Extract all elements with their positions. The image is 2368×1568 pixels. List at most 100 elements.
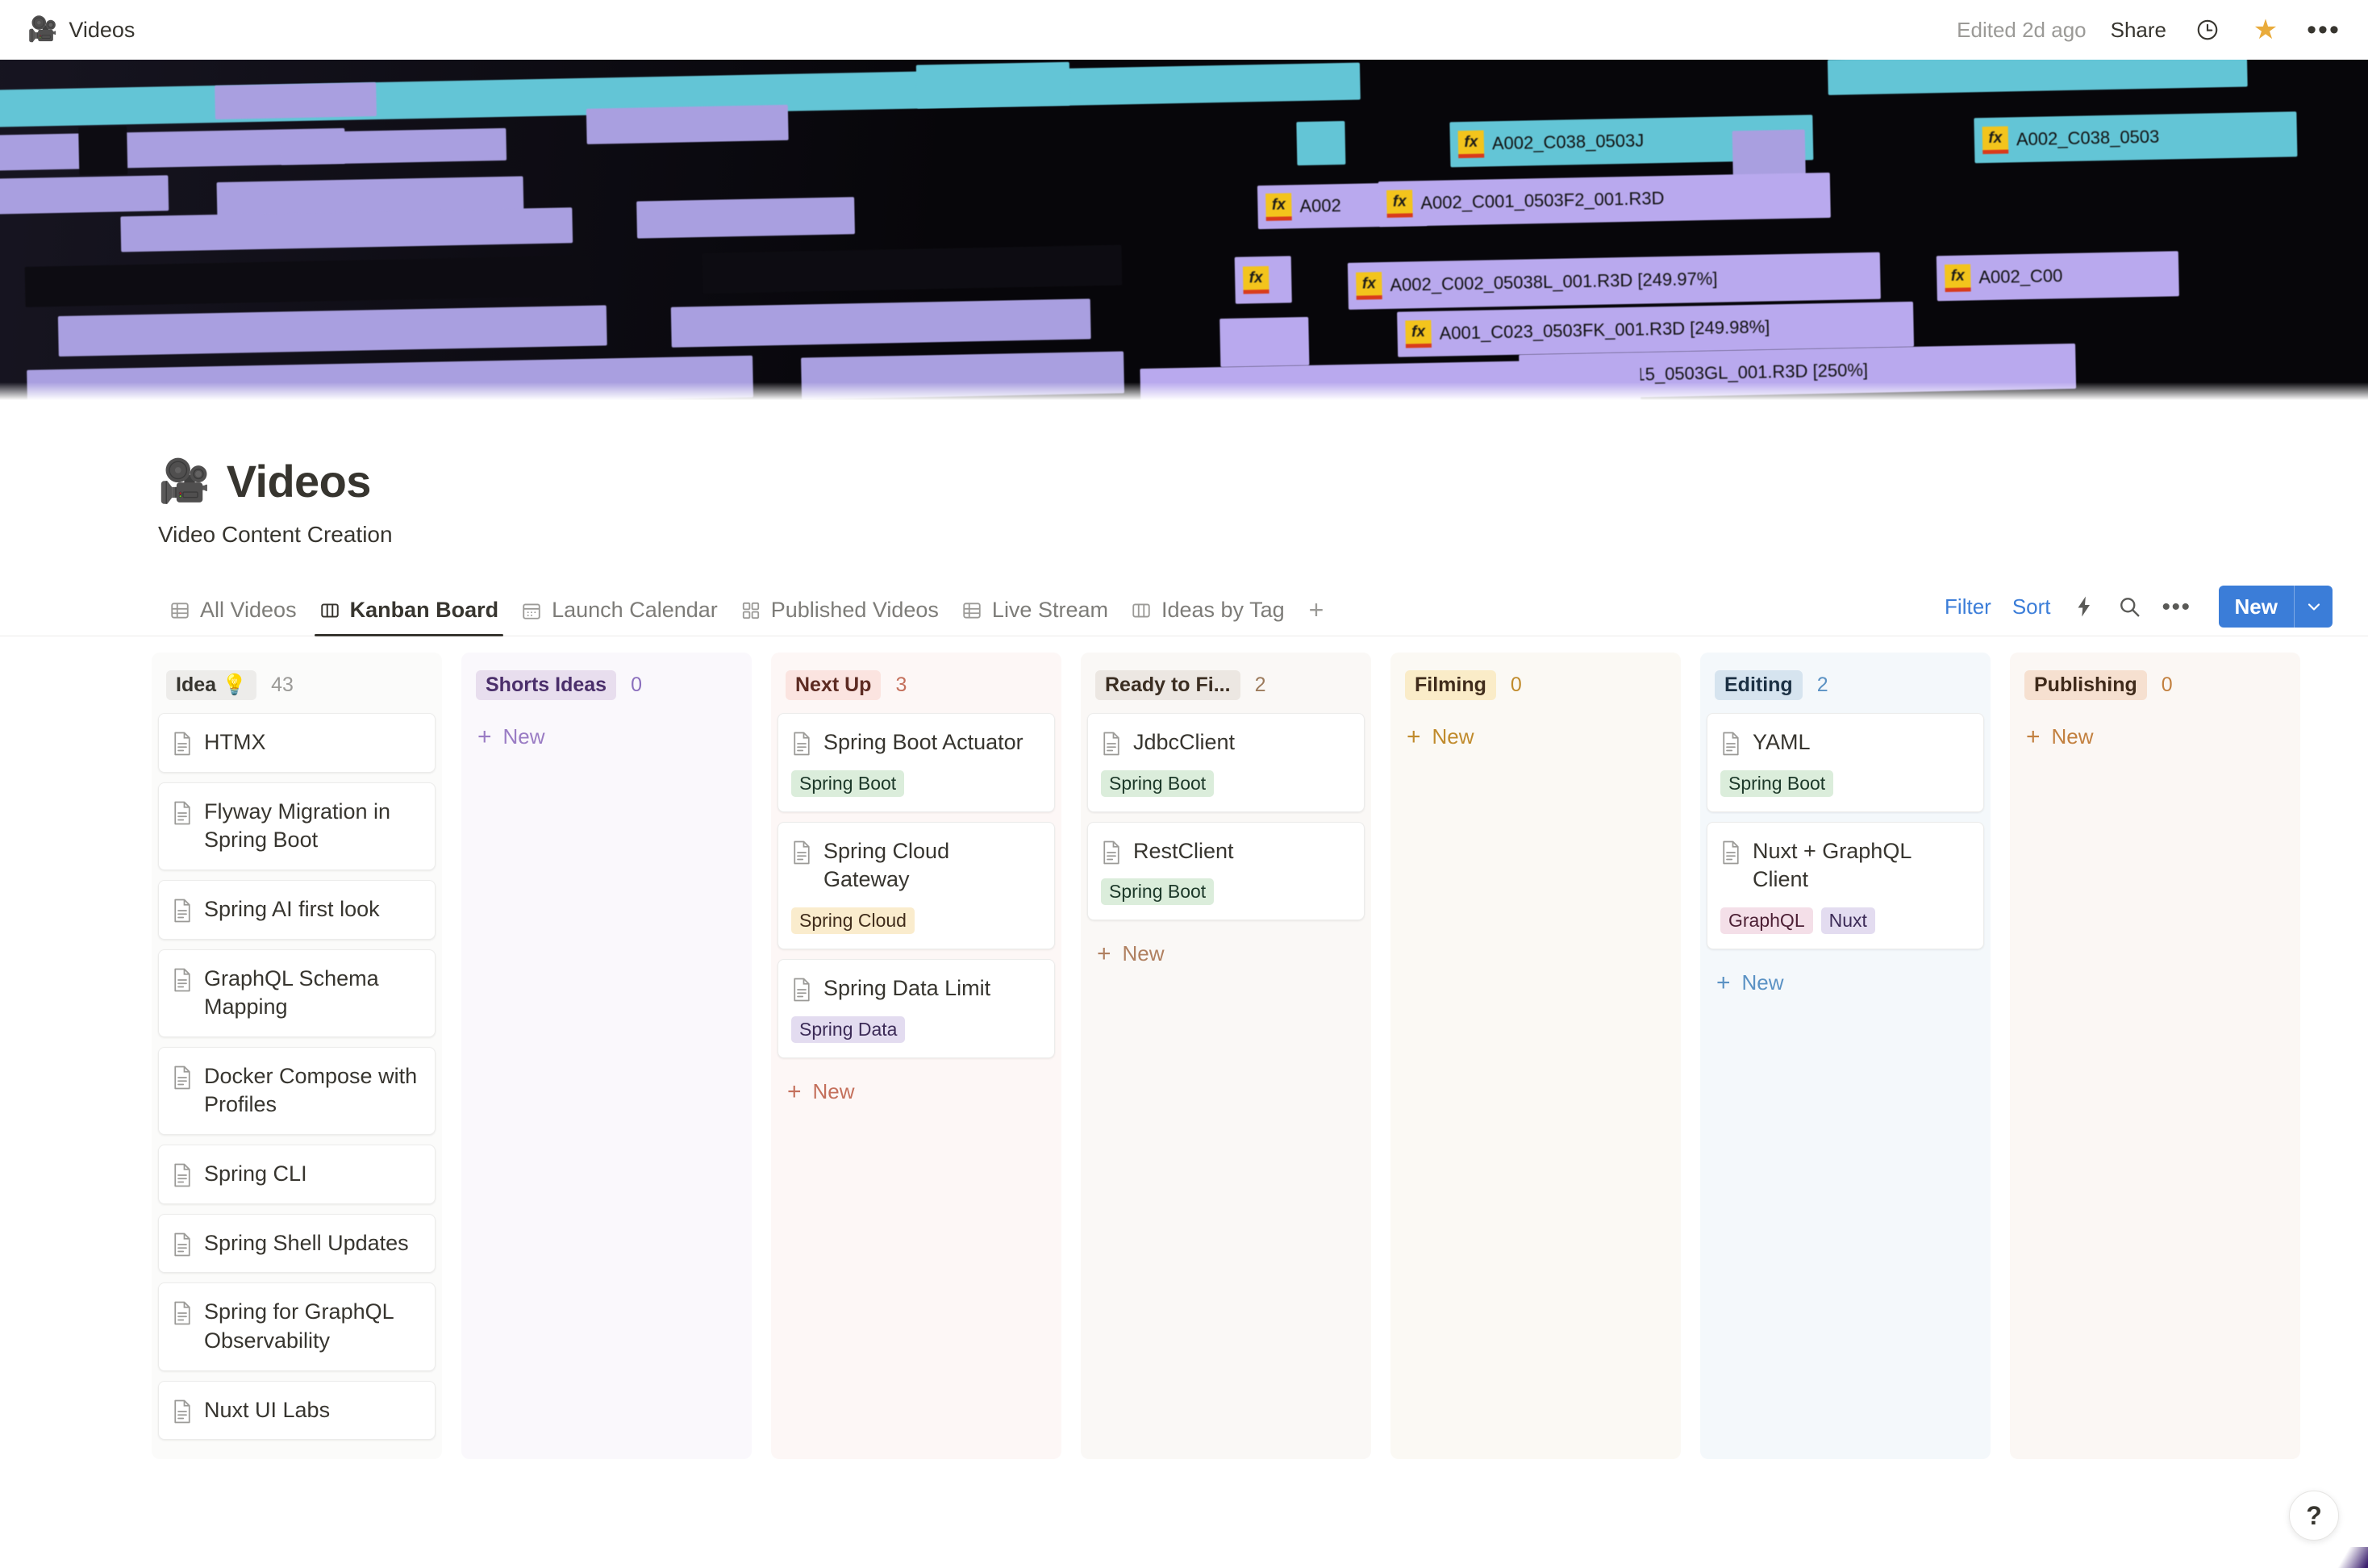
ellipsis-icon[interactable]: ••• (2307, 13, 2341, 47)
column-header[interactable]: Ready to Fi... 2 (1087, 659, 1365, 713)
kanban-card[interactable]: GraphQL Schema Mapping (158, 949, 436, 1037)
card-title: Spring Data Limit (823, 975, 991, 1000)
kanban-card[interactable]: Docker Compose with Profiles (158, 1046, 436, 1135)
table-icon (961, 600, 982, 621)
column-new-button[interactable]: + New (2016, 713, 2294, 759)
filter-button[interactable]: Filter (1945, 594, 1991, 619)
tab-all-videos[interactable]: All Videos (158, 598, 308, 636)
kanban-column[interactable]: Next Up 3 Spring Boot Actuator Spring Boot S… (771, 653, 1061, 1459)
view-tabs-bar: All Videos Kanban Board Launch Calendar … (0, 583, 2368, 636)
star-icon[interactable]: ★ (2249, 13, 2283, 47)
page-title[interactable]: Videos (227, 455, 372, 507)
page-doc-icon (172, 895, 193, 923)
board-icon (319, 600, 340, 621)
kanban-card[interactable]: Flyway Migration in Spring Boot (158, 782, 436, 870)
page-subtitle[interactable]: Video Content Creation (158, 522, 2368, 548)
tab-label: Ideas by Tag (1161, 598, 1285, 622)
tab-ideas-by-tag[interactable]: Ideas by Tag (1119, 598, 1296, 636)
breadcrumb[interactable]: 🎥 Videos (27, 18, 135, 43)
kanban-card[interactable]: Nuxt UI Labs (158, 1380, 436, 1441)
column-header[interactable]: Filming 0 (1397, 659, 1674, 713)
column-header[interactable]: Publishing 0 (2016, 659, 2294, 713)
card-title: Spring Boot Actuator (823, 730, 1023, 754)
plus-icon: + (1097, 940, 1111, 968)
kanban-card[interactable]: Spring Cloud Gateway Spring Cloud (778, 821, 1055, 949)
kanban-card[interactable]: Nuxt + GraphQL Client GraphQL Nuxt (1707, 821, 1984, 949)
kanban-column[interactable]: Editing 2 YAML Spring Boot Nuxt + GraphQL Cl… (1700, 653, 1991, 1459)
column-new-button[interactable]: + New (1707, 959, 1984, 1005)
card-title: Spring Cloud Gateway (823, 838, 950, 892)
kanban-column[interactable]: Publishing 0 + New (2010, 653, 2300, 1459)
column-header[interactable]: Editing 2 (1707, 659, 1984, 713)
kanban-card[interactable]: JdbcClient Spring Boot (1087, 713, 1365, 812)
card-tags: Spring Boot (1101, 878, 1349, 906)
page-doc-icon (172, 728, 193, 756)
page-doc-icon (791, 837, 812, 865)
movie-camera-icon: 🎥 (27, 16, 58, 43)
kanban-card[interactable]: YAML Spring Boot (1707, 713, 1984, 812)
view-more-icon[interactable]: ••• (2162, 594, 2191, 619)
column-header[interactable]: Shorts Ideas 0 (468, 659, 745, 713)
page-header: 🎥 Videos Video Content Creation (0, 402, 2368, 548)
new-button-label: New (2234, 594, 2278, 619)
kanban-card[interactable]: Spring Data Limit Spring Data (778, 958, 1055, 1058)
tab-live-stream[interactable]: Live Stream (950, 598, 1119, 636)
column-count: 0 (1510, 673, 1522, 696)
clock-icon[interactable] (2191, 13, 2224, 47)
tag-chip: Spring Boot (1101, 878, 1215, 906)
chevron-down-icon[interactable] (2294, 586, 2333, 628)
column-header[interactable]: Next Up 3 (778, 659, 1055, 713)
tag-chip: Spring Boot (1101, 769, 1215, 797)
table-icon (169, 600, 190, 621)
tab-kanban-board[interactable]: Kanban Board (308, 598, 511, 636)
page-doc-icon (172, 1396, 193, 1424)
column-new-button[interactable]: + New (778, 1068, 1055, 1114)
plus-icon: + (1407, 724, 1421, 750)
column-new-button[interactable]: + New (1087, 930, 1365, 976)
page-doc-icon (172, 965, 193, 992)
column-new-button[interactable]: + New (468, 713, 745, 759)
tag-chip: Nuxt (1820, 907, 1875, 934)
lightning-icon[interactable] (2072, 594, 2096, 619)
page-doc-icon (172, 1229, 193, 1257)
card-title: Spring for GraphQL Observability (204, 1299, 394, 1353)
kanban-card[interactable]: Spring Shell Updates (158, 1213, 436, 1274)
page-doc-icon (1101, 728, 1122, 756)
card-title: Docker Compose with Profiles (204, 1063, 418, 1117)
add-view-button[interactable]: + (1296, 597, 1334, 635)
tab-launch-calendar[interactable]: Launch Calendar (510, 598, 729, 636)
top-bar: 🎥 Videos Edited 2d ago Share ★ ••• (0, 0, 2368, 60)
kanban-card[interactable]: Spring for GraphQL Observability (158, 1282, 436, 1371)
board-bottom-fade (0, 1508, 2368, 1568)
view-tabs: All Videos Kanban Board Launch Calendar … (158, 597, 1334, 636)
card-tags: Spring Data (791, 1015, 1040, 1043)
search-icon[interactable] (2117, 594, 2141, 619)
gallery-icon (740, 600, 761, 621)
card-title: GraphQL Schema Mapping (204, 965, 379, 1020)
column-count: 2 (1816, 673, 1828, 696)
tag-chip: GraphQL (1720, 907, 1813, 934)
kanban-column[interactable]: Ready to Fi... 2 JdbcClient Spring Boot Rest… (1081, 653, 1371, 1459)
kanban-column[interactable]: Filming 0 + New (1390, 653, 1681, 1459)
page-doc-icon (1720, 728, 1741, 756)
new-button[interactable]: New (2218, 586, 2333, 628)
sort-button[interactable]: Sort (2012, 594, 2051, 619)
column-new-label: New (1741, 970, 1784, 995)
help-button[interactable]: ? (2289, 1491, 2339, 1541)
kanban-column[interactable]: Shorts Ideas 0 + New (461, 653, 752, 1459)
kanban-board[interactable]: Idea 💡 43 HTMX Flyway Migration in Spring B… (0, 636, 2368, 1459)
column-new-button[interactable]: + New (1397, 713, 1674, 759)
column-header[interactable]: Idea 💡 43 (158, 659, 436, 713)
plus-icon: + (477, 724, 492, 750)
kanban-column[interactable]: Idea 💡 43 HTMX Flyway Migration in Spring B… (152, 653, 442, 1459)
kanban-card[interactable]: Spring CLI (158, 1145, 436, 1204)
column-title-pill: Next Up (786, 670, 882, 700)
kanban-card[interactable]: Spring AI first look (158, 879, 436, 940)
kanban-card[interactable]: HTMX (158, 713, 436, 773)
share-button[interactable]: Share (2111, 18, 2166, 43)
kanban-card[interactable]: RestClient Spring Boot (1087, 821, 1365, 921)
kanban-card[interactable]: Spring Boot Actuator Spring Boot (778, 713, 1055, 812)
card-title: Nuxt + GraphQL Client (1753, 838, 1911, 892)
tab-published-videos[interactable]: Published Videos (729, 598, 950, 636)
page-icon[interactable]: 🎥 (158, 461, 211, 503)
